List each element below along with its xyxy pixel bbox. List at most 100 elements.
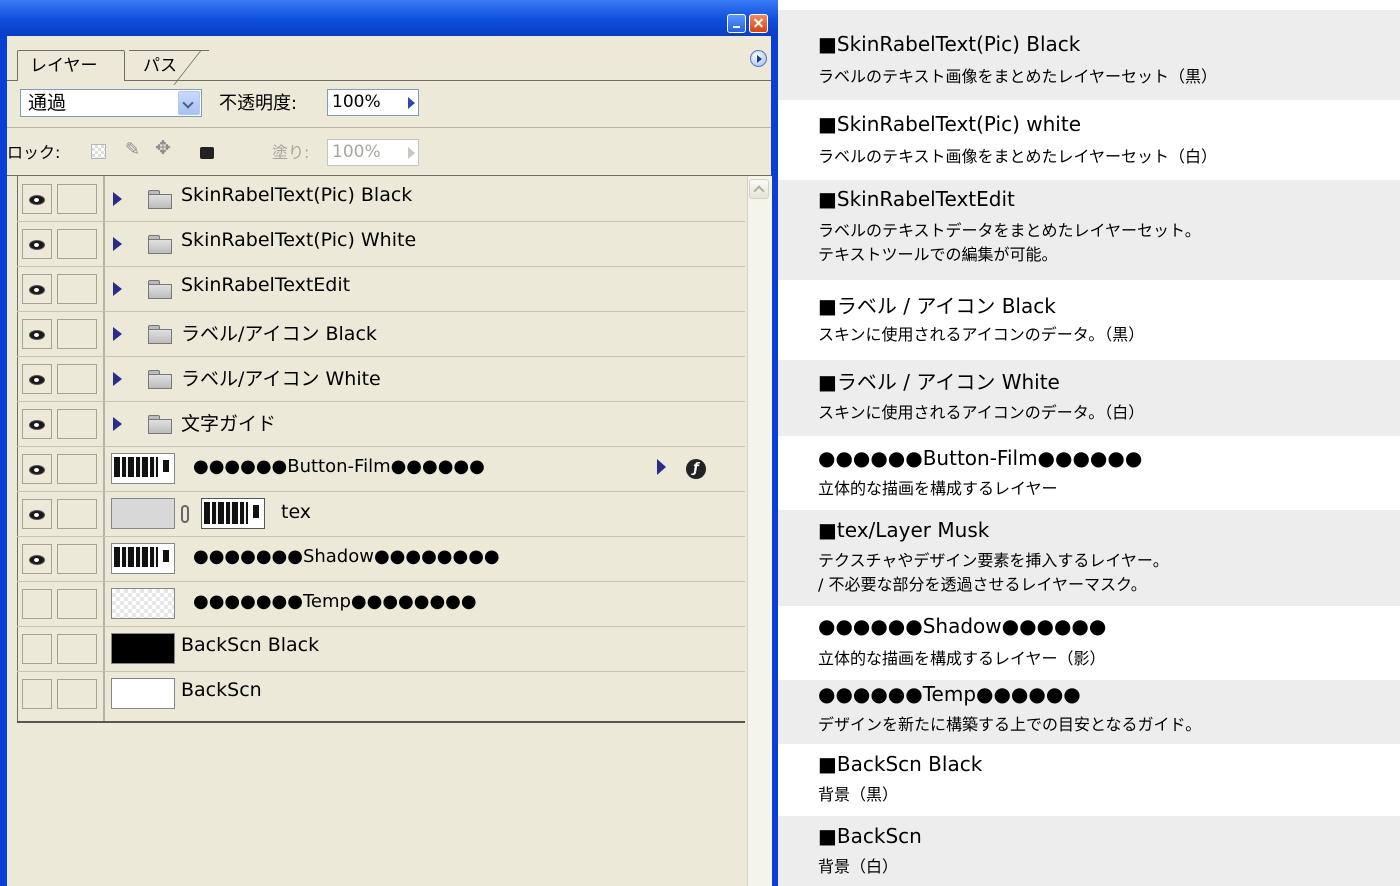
description-text: ラベルのテキストデータをまとめたレイヤーセット。	[818, 221, 1201, 240]
lock-transparency-icon[interactable]	[91, 144, 106, 159]
expand-arrow-icon[interactable]	[113, 417, 122, 431]
chain-link-icon[interactable]	[181, 505, 189, 523]
opacity-slider-arrow-icon[interactable]	[408, 97, 415, 109]
link-toggle[interactable]	[57, 319, 97, 349]
description-text: スキンに使用されるアイコンのデータ。（黒）	[818, 325, 1145, 344]
visibility-toggle[interactable]	[22, 184, 52, 214]
link-toggle[interactable]	[57, 229, 97, 259]
layer-name: 文字ガイド	[181, 413, 277, 435]
layer-row[interactable]: ●●●●●●Button-Film●●●●●● ƒ	[17, 446, 745, 492]
layer-thumbnail[interactable]	[111, 498, 175, 529]
lock-all-icon[interactable]	[200, 147, 214, 159]
layer-row[interactable]: tex	[17, 491, 745, 537]
description-text: テクスチャやデザイン要素を挿入するレイヤー。	[818, 551, 1169, 570]
visibility-toggle[interactable]	[22, 229, 52, 259]
description-title: ■BackScn	[818, 824, 922, 848]
eye-icon	[29, 375, 45, 385]
layer-row[interactable]: SkinRabelText(Pic) White	[17, 221, 745, 267]
link-toggle[interactable]	[57, 184, 97, 214]
layer-row[interactable]: SkinRabelText(Pic) Black	[17, 176, 745, 222]
visibility-toggle[interactable]	[22, 499, 52, 529]
eye-icon	[29, 195, 45, 205]
eye-icon	[29, 330, 45, 340]
close-button[interactable]	[749, 14, 768, 33]
lock-paint-brush-icon[interactable]: ✎	[125, 141, 140, 159]
eye-icon	[29, 510, 45, 520]
layer-name: ●●●●●●●Temp●●●●●●●●	[193, 591, 477, 612]
eye-icon	[29, 240, 45, 250]
visibility-toggle[interactable]	[22, 409, 52, 439]
layers-window: レイヤー パス 通過 不透明度: 100% ロック: ✎ ✥ 塗り: 100%	[0, 0, 778, 886]
layer-row[interactable]: BackScn Black	[17, 626, 745, 672]
link-toggle[interactable]	[57, 454, 97, 484]
effects-expand-arrow-icon[interactable]	[657, 459, 666, 475]
expand-arrow-icon[interactable]	[113, 327, 122, 341]
panel-menu-icon[interactable]	[750, 50, 767, 67]
layer-list-scrollbar[interactable]	[747, 176, 772, 886]
expand-arrow-icon[interactable]	[113, 237, 122, 251]
visibility-toggle[interactable]	[22, 274, 52, 304]
layers-panel: レイヤー パス 通過 不透明度: 100% ロック: ✎ ✥ 塗り: 100%	[7, 36, 772, 886]
layer-thumbnail[interactable]	[111, 678, 175, 709]
folder-icon	[148, 370, 172, 389]
layer-thumbnail[interactable]	[111, 633, 175, 664]
visibility-toggle[interactable]	[22, 589, 52, 619]
fill-slider-arrow-icon[interactable]	[408, 147, 415, 159]
blend-mode-select[interactable]: 通過	[20, 89, 202, 117]
link-toggle[interactable]	[57, 499, 97, 529]
link-toggle[interactable]	[57, 634, 97, 664]
scroll-up-icon[interactable]	[749, 179, 769, 199]
tab-paths[interactable]: パス	[129, 50, 209, 80]
expand-arrow-icon[interactable]	[113, 372, 122, 386]
visibility-toggle[interactable]	[22, 544, 52, 574]
layer-row[interactable]: ●●●●●●●Temp●●●●●●●●	[17, 581, 745, 627]
description-title: ■tex/Layer Musk	[818, 518, 990, 542]
link-toggle[interactable]	[57, 409, 97, 439]
link-toggle[interactable]	[57, 679, 97, 709]
visibility-toggle[interactable]	[22, 319, 52, 349]
chevron-down-icon[interactable]	[178, 91, 200, 115]
description-text: 立体的な描画を構成するレイヤー	[818, 479, 1058, 498]
visibility-toggle[interactable]	[22, 364, 52, 394]
eye-icon	[29, 555, 45, 565]
layer-thumbnail[interactable]	[111, 453, 175, 484]
layer-row[interactable]: ●●●●●●●Shadow●●●●●●●●	[17, 536, 745, 582]
fill-field[interactable]: 100%	[327, 139, 419, 166]
description-item: ●●●●●●Temp●●●●●● デザインを新たに構築する上での目安となるガイド…	[778, 680, 1400, 744]
layer-row[interactable]: BackScn	[17, 671, 745, 716]
tab-bar: レイヤー パス	[7, 36, 771, 81]
layer-name: SkinRabelTextEdit	[181, 274, 351, 296]
layer-effects-icon[interactable]: ƒ	[686, 459, 706, 479]
layer-row[interactable]: SkinRabelTextEdit	[17, 266, 745, 312]
layer-name: ラベル/アイコン White	[181, 368, 381, 390]
layer-thumbnail[interactable]	[111, 543, 175, 574]
visibility-toggle[interactable]	[22, 679, 52, 709]
layer-name: ●●●●●●Button-Film●●●●●●	[193, 456, 485, 477]
layer-row[interactable]: ラベル/アイコン Black	[17, 311, 745, 357]
layer-row[interactable]: ラベル/アイコン White	[17, 356, 745, 402]
blend-row: 通過 不透明度: 100%	[7, 81, 771, 128]
description-item: ■BackScn 背景（白）	[778, 816, 1400, 886]
window-titlebar[interactable]	[0, 0, 778, 36]
description-text: 背景（白）	[818, 857, 899, 876]
description-title: ■BackScn Black	[818, 752, 983, 776]
visibility-toggle[interactable]	[22, 454, 52, 484]
link-toggle[interactable]	[57, 274, 97, 304]
minimize-button[interactable]	[727, 14, 746, 33]
link-toggle[interactable]	[57, 544, 97, 574]
description-title: ■SkinRabelText(Pic) white	[818, 112, 1081, 136]
link-toggle[interactable]	[57, 589, 97, 619]
lock-move-icon[interactable]: ✥	[155, 139, 171, 158]
expand-arrow-icon[interactable]	[113, 282, 122, 296]
expand-arrow-icon[interactable]	[113, 192, 122, 206]
description-text: スキンに使用されるアイコンのデータ。（白）	[818, 403, 1145, 422]
link-toggle[interactable]	[57, 364, 97, 394]
fill-label: 塗り:	[272, 143, 310, 162]
tab-layers[interactable]: レイヤー	[17, 50, 125, 81]
folder-icon	[148, 325, 172, 344]
opacity-field[interactable]: 100%	[327, 89, 419, 116]
visibility-toggle[interactable]	[22, 634, 52, 664]
layer-mask-thumbnail[interactable]	[201, 498, 265, 529]
layer-row[interactable]: 文字ガイド	[17, 401, 745, 447]
layer-thumbnail[interactable]	[111, 588, 175, 619]
